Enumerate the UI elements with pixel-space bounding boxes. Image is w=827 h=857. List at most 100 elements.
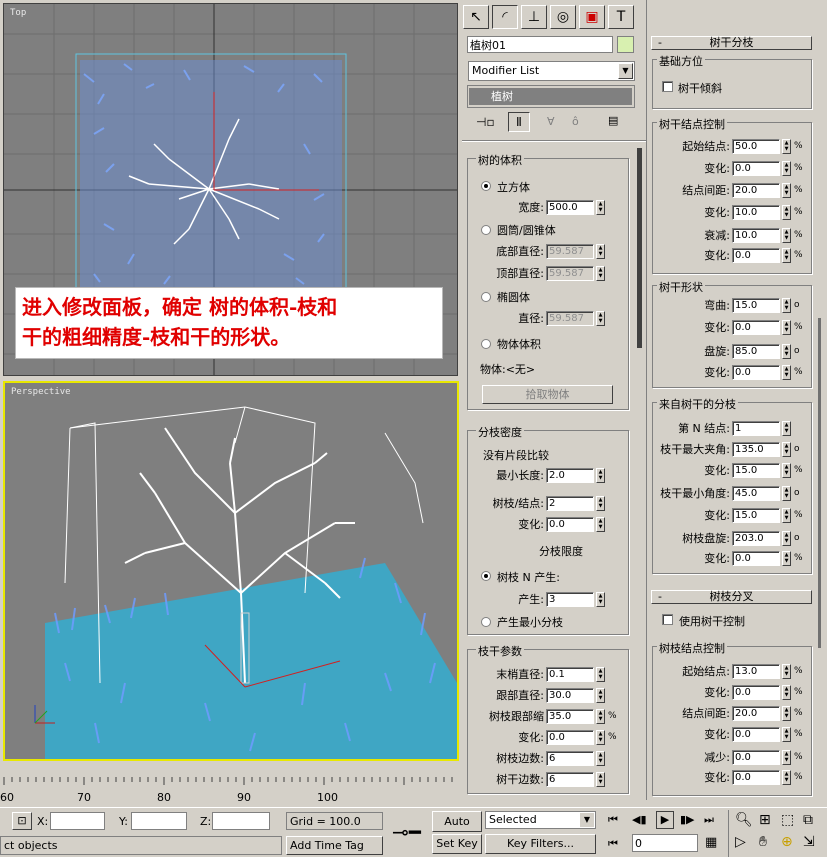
spinner-arrows[interactable]: ▲ ▼ [596,516,605,532]
right-scrollbar[interactable] [818,318,821,648]
bend-field[interactable] [732,297,780,313]
spinner-arrows[interactable]: ▲ ▼ [782,705,791,721]
nth-generation-radio[interactable] [481,571,491,581]
object-volume-radio[interactable] [481,339,491,349]
branch-change2-field[interactable] [732,726,780,742]
cylinder-radio[interactable] [481,225,491,235]
spinner-arrows[interactable]: ▲ ▼ [782,684,791,700]
root-shrink-field[interactable] [546,708,594,724]
generation-field[interactable] [546,591,594,607]
zoom-extents-icon[interactable]: ⬚ [781,812,794,828]
bottom-diameter-field[interactable] [546,243,594,259]
spinner-arrows[interactable]: ▲ ▼ [782,227,791,243]
spinner-arrows[interactable]: ▲ ▼ [782,550,791,566]
change8-field[interactable] [732,550,780,566]
spinner-arrows[interactable]: ▲ ▼ [596,310,605,326]
remove-modifier-icon[interactable]: ô [572,115,579,128]
branch-start-field[interactable] [732,663,780,679]
pick-object-button[interactable]: 拾取物体 [482,385,613,404]
show-end-result-icon[interactable]: Ⅱ [508,112,530,132]
spinner-arrows[interactable]: ▲ ▼ [596,199,605,215]
node-spacing-field[interactable] [732,182,780,198]
make-unique-icon[interactable]: ∀ [547,115,555,128]
create-tab-icon[interactable]: ↖ [463,5,489,29]
nth-node-field[interactable] [732,420,780,436]
spinner-arrows[interactable]: ▲ ▼ [782,663,791,679]
min-length-field[interactable] [546,467,594,483]
time-config-icon[interactable]: ▦ [705,835,717,850]
x-coordinate-field[interactable] [50,812,105,830]
branch-twist-field[interactable] [732,530,780,546]
trunk-branch-rollout[interactable]: - 树干分枝 [651,36,812,50]
zoom-icon[interactable]: 🔍︎ [735,812,753,828]
spinner-arrows[interactable]: ▲ ▼ [782,485,791,501]
hierarchy-tab-icon[interactable]: ⊥ [521,5,547,29]
max-angle-field[interactable] [732,441,780,457]
spinner-arrows[interactable]: ▲ ▼ [596,243,605,259]
display-tab-icon[interactable]: ▣ [579,5,605,29]
key-icon[interactable]: ⊸━ [392,820,421,844]
use-trunk-control-checkbox[interactable] [662,614,673,625]
zoom-all-icon[interactable]: ⊞ [759,812,771,828]
width-field[interactable] [546,199,594,215]
spinner-arrows[interactable]: ▲ ▼ [782,138,791,154]
add-time-tag-button[interactable]: Add Time Tag [286,836,383,855]
chevron-down-icon[interactable]: ▼ [580,813,594,827]
spinner-arrows[interactable]: ▲ ▼ [782,160,791,176]
change4-field[interactable] [732,319,780,335]
branch-change3-field[interactable] [732,769,780,785]
min-angle-field[interactable] [732,485,780,501]
modify-tab-icon[interactable]: ◜ [492,5,518,29]
motion-tab-icon[interactable]: ◎ [550,5,576,29]
spinner-arrows[interactable]: ▲ ▼ [782,769,791,785]
next-frame-icon[interactable]: ▮▶ [680,813,695,826]
branch-change1-field[interactable] [732,684,780,700]
spinner-arrows[interactable]: ▲ ▼ [782,319,791,335]
spinner-arrows[interactable]: ▲ ▼ [782,420,791,436]
spinner-arrows[interactable]: ▲ ▼ [596,729,605,745]
spinner-arrows[interactable]: ▲ ▼ [782,364,791,380]
pan-icon[interactable]: ✋︎ [759,834,767,850]
spinner-arrows[interactable]: ▲ ▼ [596,750,605,766]
spinner-arrows[interactable]: ▲ ▼ [782,247,791,263]
set-key-button[interactable]: Set Key [432,834,482,854]
play-icon[interactable]: ▶ [656,811,674,829]
spinner-arrows[interactable]: ▲ ▼ [782,297,791,313]
panel-scrollbar[interactable] [637,148,642,348]
change7-field[interactable] [732,507,780,523]
change2-field[interactable] [732,204,780,220]
min-branch-radio[interactable] [481,617,491,627]
previous-frame-icon[interactable]: ◀▮ [632,813,647,826]
key-set-dropdown[interactable]: Selected ▼ [485,811,596,829]
object-name-field[interactable] [467,36,613,53]
decay-field[interactable] [732,227,780,243]
spinner-arrows[interactable]: ▲ ▼ [596,666,605,682]
spinner-arrows[interactable]: ▲ ▼ [782,343,791,359]
z-coordinate-field[interactable] [212,812,270,830]
spinner-arrows[interactable]: ▲ ▼ [782,204,791,220]
spinner-arrows[interactable]: ▲ ▼ [782,441,791,457]
field-of-view-icon[interactable]: ▷ [735,834,746,850]
branch-sides-field[interactable] [546,750,594,766]
go-to-end-icon[interactable]: ⏭ [704,813,714,827]
spinner-arrows[interactable]: ▲ ▼ [782,749,791,765]
orbit-icon[interactable]: ⊕ [781,834,793,850]
spinner-arrows[interactable]: ▲ ▼ [596,265,605,281]
spinner-arrows[interactable]: ▲ ▼ [782,182,791,198]
y-coordinate-field[interactable] [131,812,187,830]
maximize-viewport-icon[interactable]: ⇲ [803,834,815,850]
stack-item[interactable]: 植树 [469,88,632,105]
object-color-swatch[interactable] [617,36,634,53]
spinner-arrows[interactable]: ▲ ▼ [782,530,791,546]
tip-diameter-field[interactable] [546,666,594,682]
utilities-tab-icon[interactable]: T [608,5,634,29]
trunk-change-field[interactable] [546,729,594,745]
branch-fork-rollout[interactable]: - 树枝分叉 [651,590,812,604]
trunk-sides-field[interactable] [546,771,594,787]
spinner-arrows[interactable]: ▲ ▼ [782,507,791,523]
lock-selection-icon[interactable]: ⊡ [12,812,32,830]
ellipsoid-radio[interactable] [481,292,491,302]
key-mode-icon[interactable]: ⏮ [608,837,618,851]
change1-field[interactable] [732,160,780,176]
trunk-tilt-checkbox[interactable] [662,81,673,92]
